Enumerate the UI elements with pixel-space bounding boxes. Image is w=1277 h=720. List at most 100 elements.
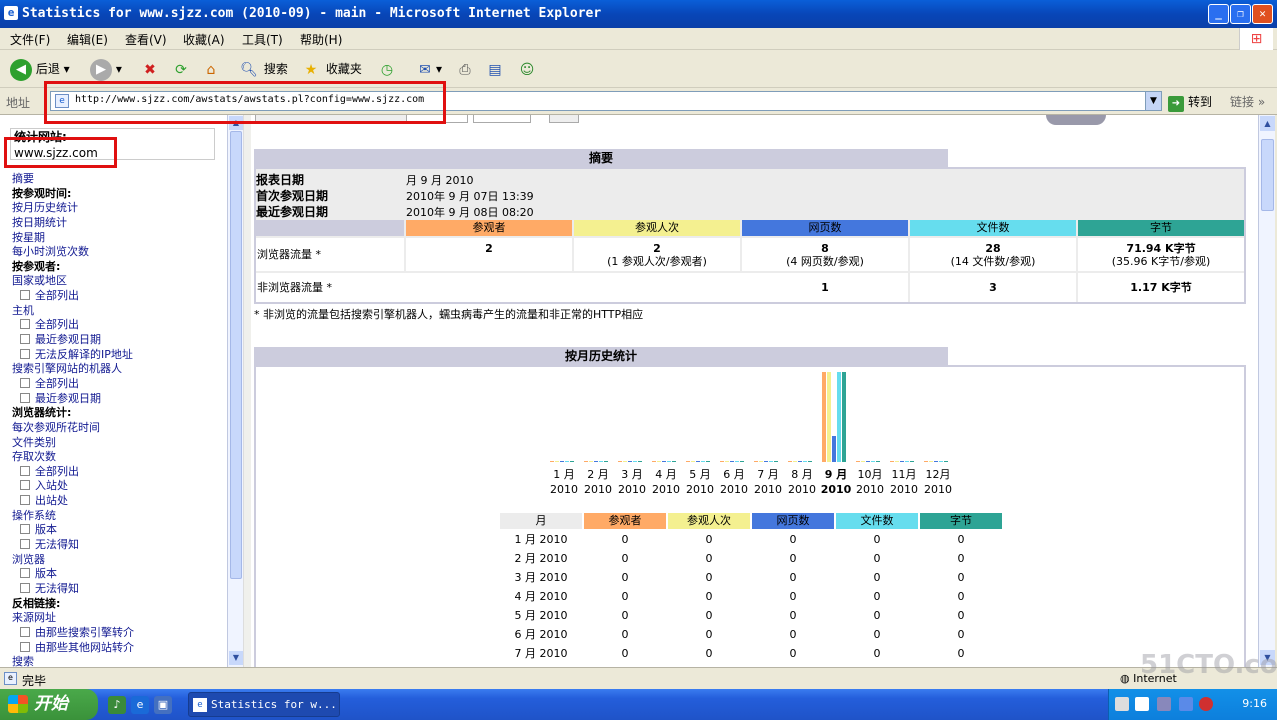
stop-button[interactable]: ✖ (139, 57, 161, 81)
start-button[interactable]: 开始 (0, 689, 98, 720)
nav-link[interactable]: 按月历史统计 (12, 201, 222, 216)
edit-button[interactable]: ▤ (484, 57, 506, 81)
scroll-up-icon[interactable]: ▲ (229, 116, 243, 130)
history-bar (691, 461, 695, 462)
favorites-button[interactable]: ★ 收藏夹 (300, 57, 362, 81)
window-titlebar[interactable]: e Statistics for www.sjzz.com (2010-09) … (0, 0, 1277, 28)
nav-link[interactable]: 每次参观所花时间 (12, 421, 222, 436)
refresh-button[interactable]: ⟳ (170, 57, 192, 81)
nav-link[interactable]: 摘要 (12, 172, 222, 187)
history-bar (822, 372, 826, 462)
volume-icon[interactable] (1179, 697, 1193, 711)
taskbar-item-ie[interactable]: e Statistics for w... (188, 692, 340, 717)
home-button[interactable]: ⌂ (200, 57, 222, 81)
nav-link[interactable]: 全部列出 (12, 318, 222, 333)
nav-link[interactable]: 搜索引擎网站的机器人 (12, 362, 222, 377)
security-icon[interactable] (1199, 697, 1213, 711)
nav-link[interactable]: 按日期统计 (12, 216, 222, 231)
quicklaunch-media-icon[interactable]: ♪ (108, 696, 126, 714)
nav-link[interactable]: 全部列出 (12, 377, 222, 392)
summary-subvalue: (1 参观人次/参观者) (607, 255, 707, 268)
nav-link[interactable]: 由那些其他网站转介 (12, 641, 222, 656)
network-icon[interactable] (1157, 697, 1171, 711)
nav-link[interactable]: 主机 (12, 304, 222, 319)
ie-icon: e (4, 6, 18, 20)
month-axis-label: 9 月 2010 (819, 467, 853, 497)
nav-link[interactable]: 每小时浏览次数 (12, 245, 222, 260)
nav-link[interactable]: 版本 (12, 567, 222, 582)
scroll-thumb[interactable] (1261, 139, 1274, 211)
nav-link[interactable]: 国家或地区 (12, 274, 222, 289)
nav-link[interactable]: 无法得知 (12, 538, 222, 553)
month-name: 6 月 (723, 468, 745, 481)
menu-file[interactable]: 文件(F) (10, 31, 50, 48)
scroll-thumb[interactable] (230, 131, 242, 579)
summary-col-header: 网页数 (742, 220, 908, 236)
history-bar (808, 461, 812, 462)
nav-link[interactable]: 出站处 (12, 494, 222, 509)
summary-header-spacer (256, 220, 404, 236)
history-bar (827, 372, 831, 462)
scroll-up-icon[interactable]: ▲ (1260, 116, 1275, 131)
nav-link[interactable]: 操作系统 (12, 509, 222, 524)
scroll-down-icon[interactable]: ▼ (229, 651, 243, 665)
nav-link[interactable]: 最近参观日期 (12, 333, 222, 348)
links-button[interactable]: 链接 » (1230, 93, 1265, 110)
nav-link[interactable]: 全部列出 (12, 465, 222, 480)
first-visit-label: 首次参观日期 (256, 189, 329, 203)
nav-link[interactable]: 全部列出 (12, 289, 222, 304)
month-year: 2010 (788, 483, 816, 496)
nav-link[interactable]: 入站处 (12, 479, 222, 494)
forward-button[interactable]: ▶ ▾ (90, 57, 122, 81)
close-button[interactable]: ✕ (1252, 4, 1273, 24)
table-cell: 0 (957, 647, 965, 660)
address-dropdown[interactable]: ▼ (1145, 92, 1161, 110)
nav-link[interactable]: 来源网址 (12, 611, 222, 626)
frame-divider[interactable] (243, 115, 251, 667)
menu-tools[interactable]: 工具(T) (242, 31, 283, 48)
back-button[interactable]: ◀ 后退 ▾ (10, 57, 70, 81)
nav-link[interactable]: 浏览器 (12, 553, 222, 568)
history-bar (934, 461, 938, 462)
history-bar (876, 461, 880, 462)
nav-link[interactable]: 最近参观日期 (12, 392, 222, 407)
maximize-button[interactable]: ❐ (1230, 4, 1251, 24)
summary-value-cell: 1 (742, 273, 908, 302)
menu-favorites[interactable]: 收藏(A) (183, 31, 225, 48)
history-bar (866, 461, 870, 462)
address-url[interactable]: http://www.sjzz.com/awstats/awstats.pl?c… (75, 94, 424, 105)
history-bar (939, 461, 943, 462)
nav-link[interactable]: 由那些搜索引擎转介 (12, 626, 222, 641)
keyboard-icon[interactable] (1115, 697, 1129, 711)
quicklaunch-desktop-icon[interactable]: ▣ (154, 696, 172, 714)
menu-edit[interactable]: 编辑(E) (67, 31, 108, 48)
nav-link[interactable]: 版本 (12, 523, 222, 538)
search-button[interactable]: 🔍︎ 搜索 (238, 57, 288, 81)
nav-link[interactable]: 无法得知 (12, 582, 222, 597)
menu-view[interactable]: 查看(V) (125, 31, 167, 48)
history-bar (754, 461, 758, 462)
history-box: 1 月 2010 2 月 2010 3 月 2010 4 月 2010 5 月 2010 6 月 20… (254, 365, 1246, 667)
nav-link[interactable]: 存取次数 (12, 450, 222, 465)
nav-link[interactable]: 无法反解译的IP地址 (12, 348, 222, 363)
nav-link[interactable]: 搜索 (12, 655, 222, 667)
quicklaunch-ie-icon[interactable]: e (131, 696, 149, 714)
minimize-button[interactable]: _ (1208, 4, 1229, 24)
back-label: 后退 (35, 62, 60, 76)
mail-button[interactable]: ✉ ▾ (414, 57, 442, 81)
window-title: Statistics for www.sjzz.com (2010-09) - … (22, 6, 602, 21)
summary-col-header: 字节 (1078, 220, 1244, 236)
table-cell: 0 (705, 571, 713, 584)
menu-help[interactable]: 帮助(H) (300, 31, 342, 48)
address-input[interactable]: e http://www.sjzz.com/awstats/awstats.pl… (50, 91, 1162, 111)
nav-link[interactable]: 按星期 (12, 231, 222, 246)
help-icon[interactable] (1135, 697, 1149, 711)
messenger-button[interactable]: ☺ (516, 57, 538, 81)
history-button[interactable]: ◷ (376, 57, 398, 81)
left-scrollbar[interactable]: ▲ ▼ (227, 115, 243, 667)
nav-link[interactable]: 文件类别 (12, 436, 222, 451)
print-button[interactable]: ⎙ (454, 57, 476, 81)
right-scrollbar[interactable]: ▲ ▼ (1258, 115, 1275, 667)
site-name: www.sjzz.com (14, 146, 98, 160)
go-button[interactable]: ➜ 转到 (1168, 93, 1212, 112)
